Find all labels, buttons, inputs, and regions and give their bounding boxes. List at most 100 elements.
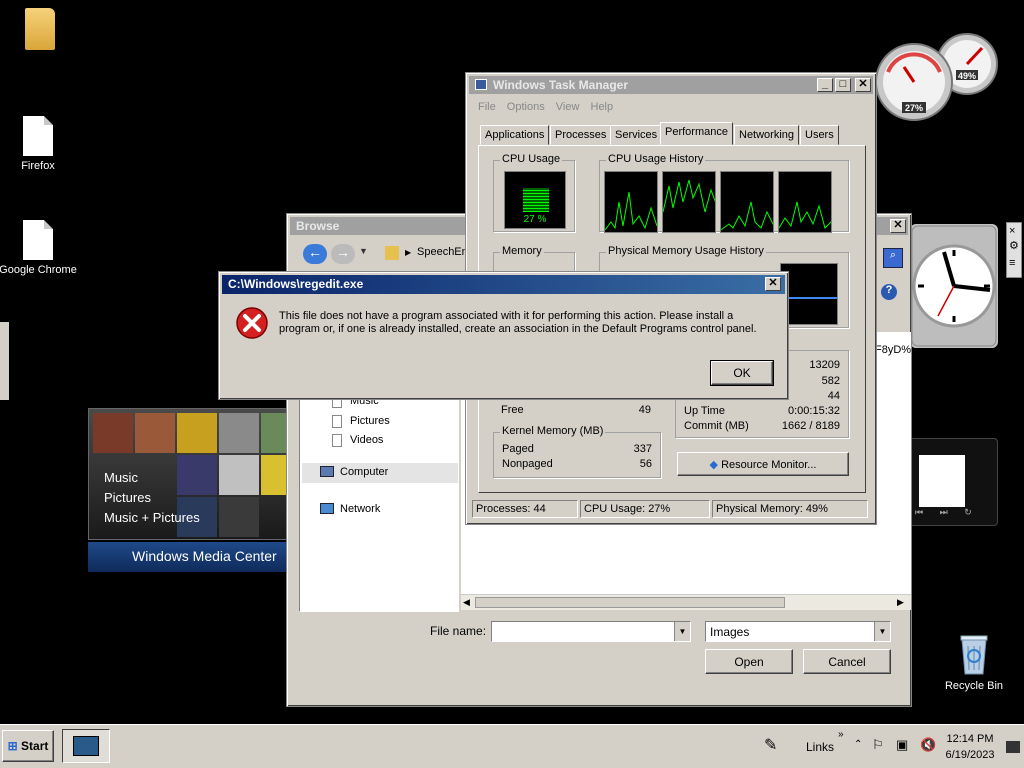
library-icon — [332, 434, 342, 447]
scroll-right-icon[interactable]: ▶ — [897, 597, 904, 608]
volume-muted-icon[interactable]: 🔇 — [920, 737, 936, 753]
clock-gadget[interactable] — [910, 224, 998, 348]
clock-icon — [911, 225, 997, 347]
commit-value: 1662 / 8189 — [781, 420, 840, 432]
open-button[interactable]: Open — [705, 649, 793, 674]
media-center-menu-item[interactable]: Pictures — [104, 490, 151, 505]
resource-monitor-label: Resource Monitor... — [721, 459, 817, 471]
tab-users[interactable]: Users — [800, 125, 839, 145]
tab-performance[interactable]: Performance — [660, 122, 733, 145]
kernel-memory-label: Kernel Memory (MB) — [500, 425, 606, 437]
status-cpu: CPU Usage: 27% — [580, 500, 710, 518]
file-icon — [23, 220, 53, 260]
close-icon[interactable]: × — [1009, 225, 1015, 237]
network-icon[interactable]: ▣ — [896, 737, 908, 753]
previous-icon[interactable]: ⏮ — [915, 507, 923, 517]
media-center-menu-item[interactable]: Music + Pictures — [104, 510, 200, 525]
media-center-brand[interactable]: Windows Media Center — [88, 542, 288, 572]
resource-monitor-button[interactable]: ◆ Resource Monitor... — [677, 452, 849, 476]
gauge-icon — [875, 33, 998, 121]
chevron-down-icon[interactable]: ▼ — [674, 622, 690, 641]
media-controls[interactable]: ⏮ ⏭ ↻ — [915, 507, 995, 519]
computer-icon — [320, 466, 334, 477]
system-value: 13209 — [809, 359, 840, 371]
drag-handle-icon[interactable]: ≡ — [1009, 257, 1015, 269]
error-icon — [236, 307, 268, 339]
nav-item-label: Pictures — [350, 415, 390, 427]
search-icon[interactable]: ⌕ — [883, 248, 903, 268]
wrench-icon[interactable]: ⚙ — [1009, 239, 1019, 252]
menu-file[interactable]: File — [478, 101, 496, 113]
task-manager-titlebar[interactable]: Windows Task Manager _ □ ✕ — [469, 76, 873, 94]
next-icon[interactable]: ⏭ — [940, 507, 948, 517]
ok-button[interactable]: OK — [710, 360, 774, 386]
status-memory: Physical Memory: 49% — [712, 500, 868, 518]
close-button[interactable]: ✕ — [855, 78, 871, 92]
horizontal-scrollbar[interactable]: ◀ ▶ — [461, 594, 911, 610]
window-title: Browse — [296, 219, 340, 233]
clock-date[interactable]: 6/19/2023 — [944, 749, 996, 761]
tab-applications[interactable]: Applications — [480, 125, 550, 145]
chevron-down-icon[interactable]: ▼ — [874, 622, 890, 641]
flag-icon[interactable]: ⚐ — [872, 737, 884, 753]
tab-processes[interactable]: Processes — [550, 125, 612, 145]
menu-help[interactable]: Help — [591, 101, 614, 113]
memory-label: Memory — [500, 245, 544, 257]
close-button[interactable]: ✕ — [890, 219, 906, 233]
maximize-button[interactable]: □ — [835, 78, 851, 92]
tab-networking[interactable]: Networking — [734, 125, 800, 145]
show-desktop-icon[interactable] — [1006, 741, 1020, 753]
filetype-select[interactable]: Images ▼ — [705, 621, 891, 642]
desktop-icon-folder[interactable] — [0, 8, 80, 50]
free-value: 49 — [638, 404, 651, 416]
help-icon[interactable]: ? — [881, 284, 897, 300]
minimize-button[interactable]: _ — [817, 78, 833, 92]
tab-bar: Applications Processes Services Performa… — [480, 122, 860, 147]
pen-tablet-icon[interactable]: ✎ — [764, 735, 777, 755]
task-manager-app-icon — [475, 79, 487, 90]
cpu-meter-memory-value: 49% — [957, 71, 976, 81]
paged-row: Paged 337 — [502, 443, 652, 457]
nav-item-computer[interactable]: Computer — [302, 463, 458, 483]
cpu-history-graph — [778, 171, 832, 233]
back-icon[interactable]: ← — [303, 244, 327, 264]
cpu-meter-gadget[interactable]: 27% 49% — [874, 32, 1000, 126]
up-time-label: Up Time — [684, 405, 725, 417]
nav-item-label: Network — [340, 503, 381, 515]
offscreen-window-edge — [0, 322, 9, 400]
media-center-gadget[interactable]: Music Pictures Music + Pictures Windows … — [88, 408, 288, 572]
breadcrumb-arrow-icon[interactable]: ▶ — [405, 248, 411, 257]
media-center-menu-item[interactable]: Music — [104, 470, 138, 485]
desktop-icon-label: Recycle Bin — [944, 680, 1004, 692]
menu-options[interactable]: Options — [507, 101, 545, 113]
start-button[interactable]: ⊞ Start — [2, 730, 54, 762]
nav-item-label: Computer — [340, 466, 389, 478]
network-icon — [320, 503, 334, 514]
cancel-button[interactable]: Cancel — [803, 649, 891, 674]
memory-history-label: Physical Memory Usage History — [606, 245, 766, 257]
links-toolbar[interactable]: Links — [806, 740, 834, 754]
desktop-icon-recycle-bin[interactable]: Recycle Bin — [934, 630, 1014, 692]
file-name-partial[interactable]: F8yD% — [875, 344, 911, 356]
show-hidden-icons[interactable]: ⌃ — [854, 739, 862, 750]
recycle-bin-icon — [960, 635, 988, 675]
gadget-toolbar[interactable]: × ⚙ ≡ — [1006, 222, 1022, 278]
clock-time[interactable]: 12:14 PM — [944, 733, 996, 745]
error-dialog[interactable]: C:\Windows\regedit.exe ✕ This file does … — [218, 271, 789, 400]
taskbar-task-manager-button[interactable] — [62, 729, 110, 763]
repeat-icon[interactable]: ↻ — [964, 507, 972, 517]
forward-icon[interactable]: → — [331, 244, 355, 264]
scrollbar-thumb[interactable] — [475, 597, 785, 608]
scroll-left-icon[interactable]: ◀ — [463, 597, 470, 608]
close-button[interactable]: ✕ — [765, 277, 781, 291]
desktop-icon-google-chrome[interactable]: Google Chrome — [0, 220, 78, 276]
desktop-icon-firefox[interactable]: Firefox — [0, 116, 78, 172]
free-row: Free 49 — [501, 404, 651, 418]
media-player-gadget[interactable]: ⏮ ⏭ ↻ — [908, 438, 998, 526]
tab-services[interactable]: Services — [610, 125, 663, 145]
filename-input[interactable]: ▼ — [491, 621, 691, 642]
chevron-right-icon[interactable]: » — [838, 729, 844, 740]
menu-view[interactable]: View — [556, 101, 580, 113]
error-dialog-titlebar[interactable]: C:\Windows\regedit.exe ✕ — [222, 275, 785, 294]
history-dropdown-icon[interactable]: ▼ — [359, 246, 368, 256]
